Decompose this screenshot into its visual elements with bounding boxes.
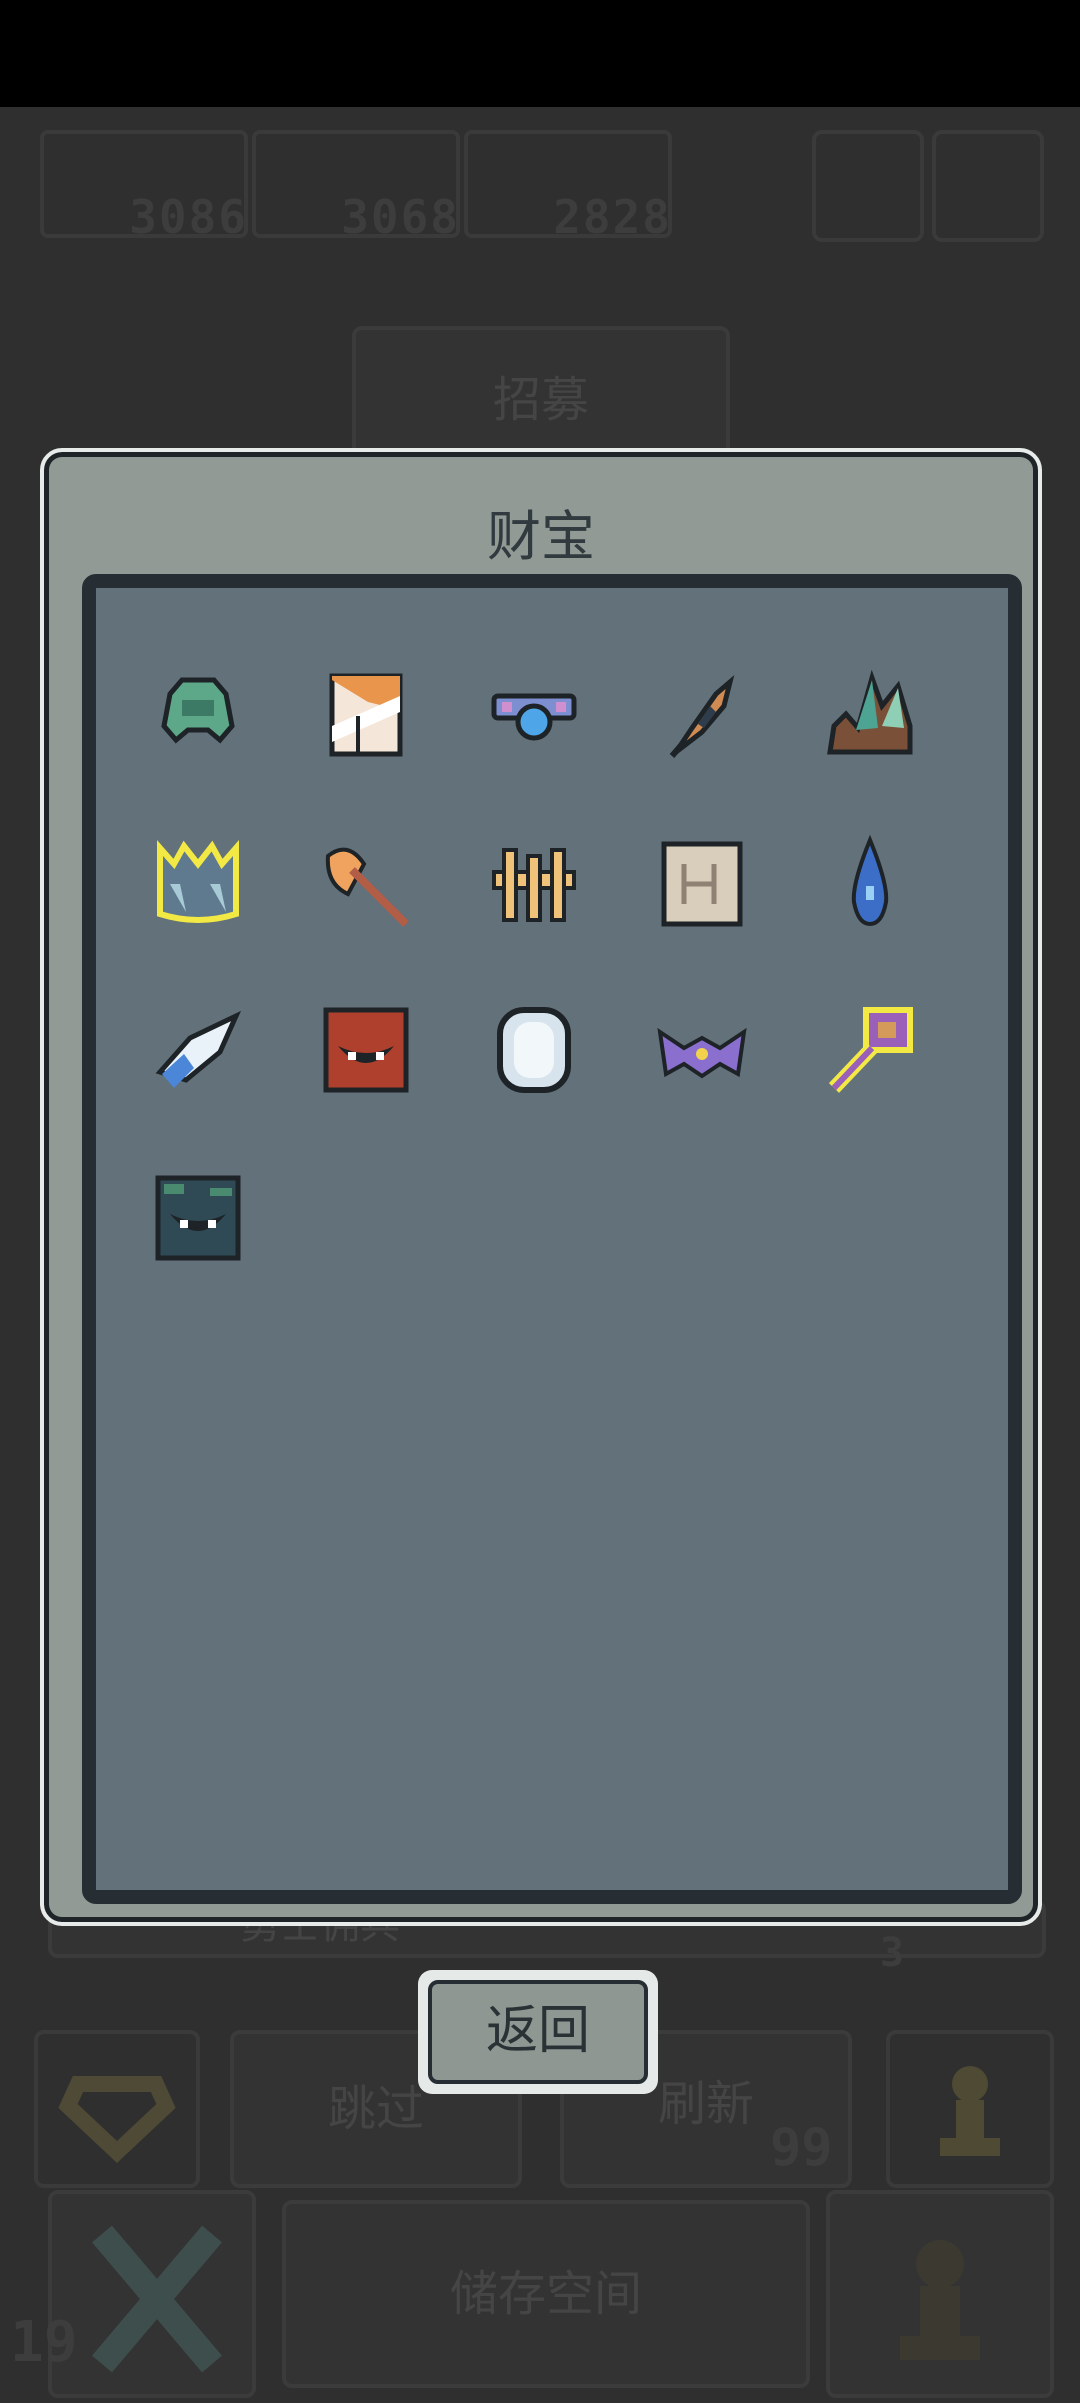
parchment-map-icon[interactable] (654, 834, 750, 930)
spiked-crown-icon[interactable] (150, 834, 246, 930)
back-button-label: 返回 (428, 1980, 648, 2084)
pawn-icon (940, 2066, 1000, 2156)
silver-mirror-icon[interactable] (486, 1002, 582, 1098)
green-helmet-icon[interactable] (150, 666, 246, 762)
purple-bat-icon[interactable] (654, 1002, 750, 1098)
crystal-rock-icon[interactable] (822, 666, 918, 762)
feather-dagger-icon[interactable] (654, 666, 750, 762)
treasure-grid-panel (82, 574, 1022, 1904)
treasure-grid (96, 588, 1008, 1890)
blue-gem-dagger-icon[interactable] (150, 1002, 246, 1098)
golden-trident-icon[interactable] (486, 834, 582, 930)
storage-label: 储存空间 (449, 2266, 642, 2322)
resource-slot-1: 3086 (40, 130, 248, 244)
menu-button (812, 130, 924, 242)
back-button[interactable]: 返回 (418, 1970, 658, 2094)
resource-slot-2: 3068 (252, 130, 460, 244)
gem-button (34, 2030, 200, 2188)
refresh-cost: 99 (770, 2118, 833, 2178)
diamond-icon (58, 2076, 176, 2163)
purple-key-icon[interactable] (822, 1002, 918, 1098)
pawn-button (886, 2030, 1054, 2188)
mossy-stone-monster-icon[interactable] (150, 1170, 246, 1266)
dialog-title: 财宝 (487, 505, 595, 568)
settings-button (932, 130, 1044, 242)
water-drop-icon[interactable] (822, 834, 918, 930)
blue-orb-amulet-icon[interactable] (486, 666, 582, 762)
status-bar (0, 0, 1080, 107)
axe-icon[interactable] (318, 834, 414, 930)
resource-count-2: 3068 (341, 190, 460, 244)
resource-count-1: 3086 (129, 190, 248, 244)
pawn-silhouette-icon (900, 2240, 980, 2360)
resource-slot-3: 2828 (464, 130, 672, 244)
resource-count-3: 2828 (553, 190, 672, 244)
cross-slot (48, 2190, 256, 2398)
striped-scroll-icon[interactable] (318, 666, 414, 762)
lower-left-number: 19 (10, 2310, 78, 2375)
crossed-swords-icon (92, 2225, 222, 2373)
unit-slot (826, 2190, 1054, 2398)
red-brick-monster-icon[interactable] (318, 1002, 414, 1098)
badge-number: 3 (880, 1930, 905, 1976)
storage-panel: 储存空间 (282, 2200, 810, 2388)
